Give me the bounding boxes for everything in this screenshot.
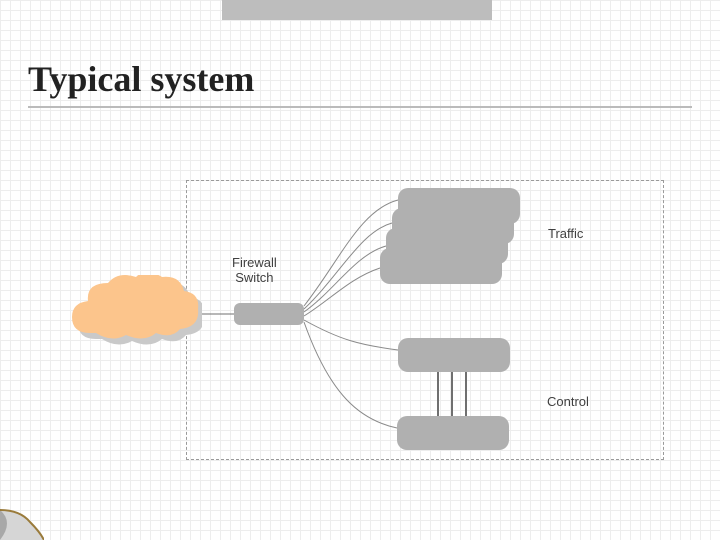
page-curl-icon	[0, 502, 44, 540]
internet-cloud-icon	[62, 275, 202, 355]
top-decoration-bar	[222, 0, 492, 20]
slide-title: Typical system	[28, 58, 254, 100]
control-label: Control	[547, 394, 589, 409]
firewall-switch-label: Firewall Switch	[232, 255, 277, 285]
traffic-server-stack	[380, 188, 530, 284]
traffic-node	[380, 248, 502, 284]
firewall-switch-node	[234, 303, 304, 325]
traffic-label: Traffic	[548, 226, 583, 241]
control-node-bottom	[397, 416, 509, 450]
firewall-label-line1: Firewall Switch	[232, 255, 277, 285]
control-node-top	[398, 338, 510, 372]
